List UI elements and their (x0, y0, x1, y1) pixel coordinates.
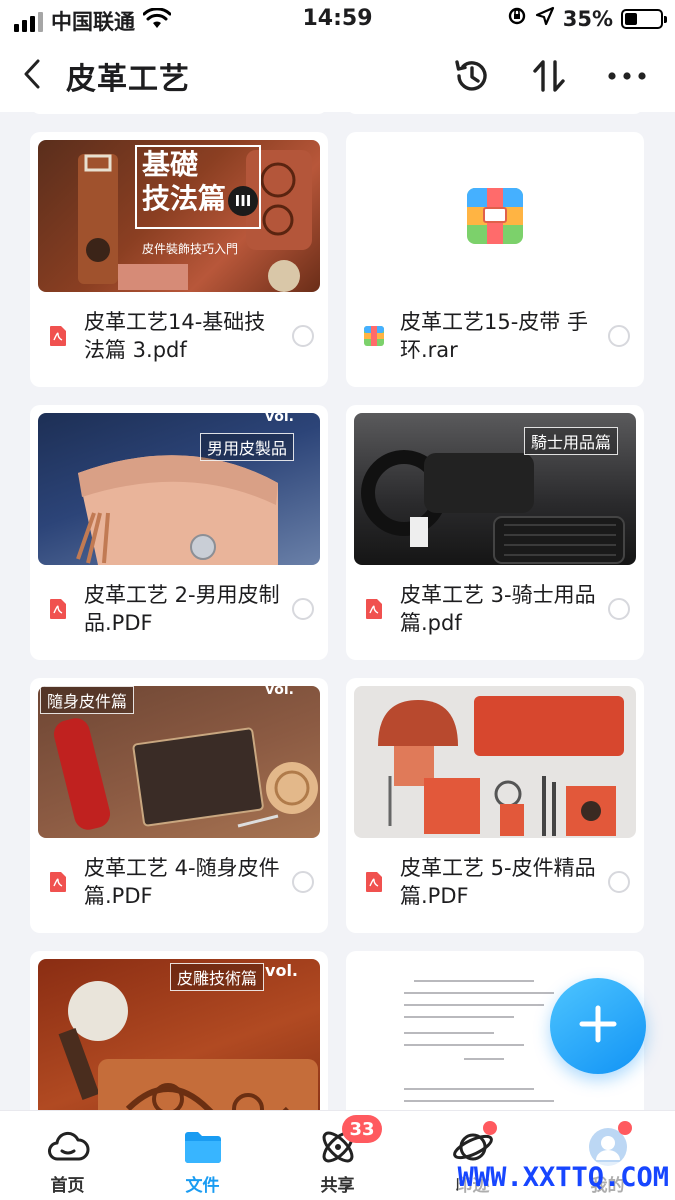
tab-share[interactable]: 共享 33 (270, 1111, 405, 1200)
select-checkbox[interactable] (292, 871, 314, 893)
file-thumbnail: 騎士用品篇 (354, 413, 636, 565)
file-card-partial[interactable] (30, 112, 328, 114)
notification-dot (618, 1121, 632, 1135)
file-card[interactable]: 基礎 技法篇 III 皮件裝飾技巧入門 皮革工艺14-基础技法篇 3.pdf (30, 132, 328, 387)
file-card[interactable]: 皮雕技術篇 vol. (30, 951, 328, 1110)
file-thumbnail: 皮雕技術篇 vol. (38, 959, 320, 1110)
file-card[interactable]: 皮革工艺 5-皮件精品篇.PDF (346, 678, 644, 933)
back-chevron-icon[interactable] (14, 52, 50, 96)
cover-tag: 騎士用品篇 (523, 427, 618, 455)
cover-vol: vol. (265, 413, 294, 425)
pdf-icon (364, 598, 384, 620)
cover-vol: vol. (265, 961, 298, 980)
file-card[interactable]: 隨身皮件篇 vol. 皮革工艺 4-随身皮件篇.PDF (30, 678, 328, 933)
file-name: 皮革工艺 2-男用皮制品.PDF (84, 583, 280, 635)
file-card-partial[interactable] (346, 112, 644, 114)
file-card[interactable]: 騎士用品篇 皮革工艺 3-骑士用品篇.pdf (346, 405, 644, 660)
page-title: 皮革工艺 (66, 62, 190, 97)
location-icon (535, 6, 555, 31)
cover-vol: vol. (265, 686, 294, 698)
archive-rar-icon (467, 188, 523, 248)
file-grid-scroll[interactable]: 基礎 技法篇 III 皮件裝飾技巧入門 皮革工艺14-基础技法篇 3.pdf 皮… (0, 112, 675, 1110)
file-name: 皮革工艺15-皮带 手环.rar (400, 310, 588, 362)
more-icon[interactable] (605, 54, 649, 98)
select-checkbox[interactable] (292, 598, 314, 620)
watermark: WWW.XXTTQ.COM (457, 1162, 669, 1193)
file-thumbnail (354, 686, 636, 838)
tab-label: 共享 (320, 1176, 355, 1196)
folder-icon (181, 1125, 225, 1169)
select-checkbox[interactable] (608, 598, 630, 620)
pdf-icon (48, 325, 68, 347)
cover-tag: 皮雕技術篇 (169, 963, 264, 991)
cover-volume: III (228, 186, 258, 216)
file-thumbnail: 隨身皮件篇 vol. (38, 686, 320, 838)
pdf-icon (48, 871, 68, 893)
select-checkbox[interactable] (608, 325, 630, 347)
file-name: 皮革工艺14-基础技法篇 3.pdf (84, 310, 266, 362)
file-card[interactable]: 男用皮製品 vol. 皮革工艺 2-男用皮制品.PDF (30, 405, 328, 660)
cloud-icon (46, 1125, 90, 1169)
pdf-icon (364, 871, 384, 893)
notification-dot (483, 1121, 497, 1135)
rar-icon (364, 325, 384, 347)
orientation-lock-icon (507, 6, 527, 31)
notification-badge: 33 (342, 1115, 382, 1143)
pdf-icon (48, 598, 68, 620)
tab-label: 首页 (50, 1176, 85, 1196)
file-thumbnail: 基礎 技法篇 III 皮件裝飾技巧入門 (38, 140, 320, 292)
sort-icon[interactable] (527, 54, 571, 98)
file-grid: 基礎 技法篇 III 皮件裝飾技巧入門 皮革工艺14-基础技法篇 3.pdf 皮… (30, 112, 644, 1110)
select-checkbox[interactable] (608, 871, 630, 893)
history-icon[interactable] (449, 54, 493, 98)
cover-subtitle: 皮件裝飾技巧入門 (142, 242, 239, 256)
file-thumbnail (354, 140, 636, 292)
file-thumbnail: 男用皮製品 vol. (38, 413, 320, 565)
file-card[interactable]: 皮革工艺15-皮带 手环.rar (346, 132, 644, 387)
plus-icon (578, 1004, 618, 1048)
select-checkbox[interactable] (292, 325, 314, 347)
cover-tag: 隨身皮件篇 (40, 686, 135, 714)
file-name: 皮革工艺 4-随身皮件篇.PDF (84, 856, 280, 908)
status-bar: 中国联通 14:59 35% (0, 0, 675, 40)
file-name: 皮革工艺 3-骑士用品篇.pdf (400, 583, 596, 635)
battery-percent: 35% (562, 6, 613, 31)
tab-files[interactable]: 文件 (135, 1111, 270, 1200)
nav-bar: 皮革工艺 (0, 40, 675, 112)
file-name: 皮革工艺 5-皮件精品篇.PDF (400, 856, 596, 908)
battery-icon (621, 8, 667, 29)
tab-home[interactable]: 首页 (0, 1111, 135, 1200)
add-button[interactable] (550, 978, 646, 1074)
cover-tag: 男用皮製品 (199, 433, 294, 461)
cover-title: 基礎 技法篇 (142, 148, 227, 215)
tab-label: 文件 (185, 1176, 220, 1196)
